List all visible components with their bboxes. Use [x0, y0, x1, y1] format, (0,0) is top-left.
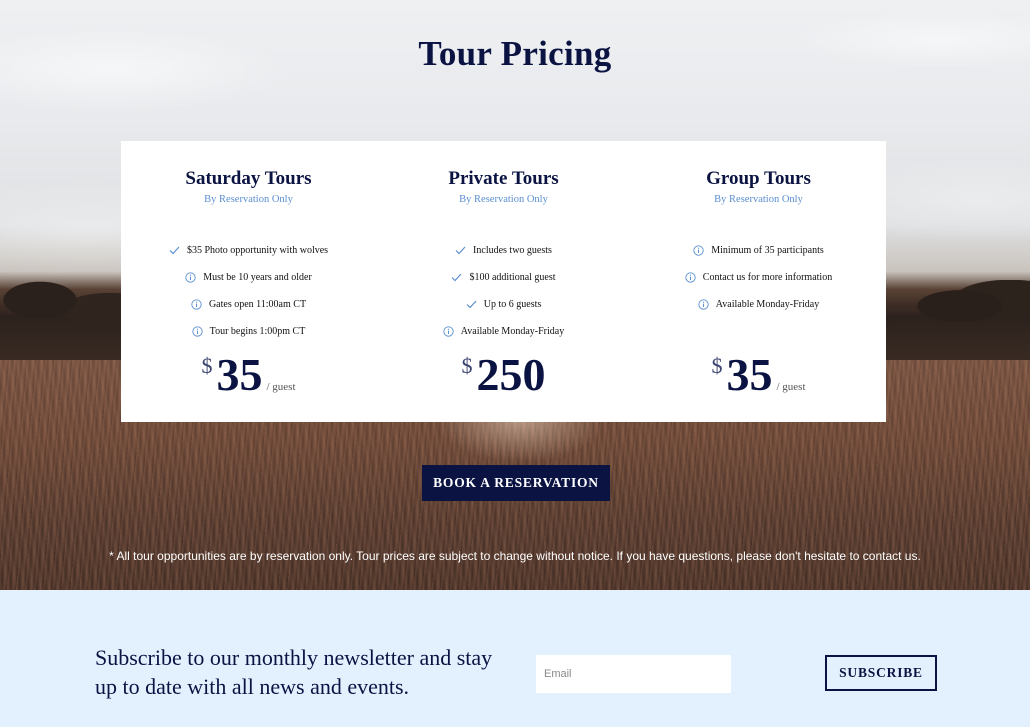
plan-subtitle: By Reservation Only [204, 194, 293, 205]
feature-text: Tour begins 1:00pm CT [209, 326, 306, 337]
price-currency: $ [711, 353, 723, 378]
info-icon [685, 272, 696, 283]
email-input[interactable] [536, 655, 731, 693]
info-icon [443, 326, 454, 337]
plan-subtitle: By Reservation Only [714, 194, 803, 205]
price-amount: 250 [476, 349, 546, 400]
feature-text: Up to 6 guests [483, 299, 542, 310]
price: $ 250 [376, 349, 631, 401]
feature-item: Minimum of 35 participants [631, 237, 886, 264]
info-icon [185, 272, 196, 283]
plan-name: Private Tours [448, 168, 559, 189]
feature-text: Gates open 11:00am CT [208, 299, 307, 310]
feature-item: $35 Photo opportunity with wolves [121, 237, 376, 264]
book-reservation-button[interactable]: BOOK A RESERVATION [422, 465, 610, 501]
subscribe-button[interactable]: SUBSCRIBE [825, 655, 937, 691]
info-icon [698, 299, 709, 310]
plan-subtitle: By Reservation Only [459, 194, 548, 205]
feature-list: Minimum of 35 participants Contact us fo… [631, 237, 886, 318]
page-title: Tour Pricing [418, 34, 612, 73]
info-icon [693, 245, 704, 256]
feature-text: Available Monday-Friday [715, 299, 820, 310]
feature-item: Must be 10 years and older [121, 264, 376, 291]
price-amount: 35 [726, 349, 773, 400]
feature-item: Available Monday-Friday [376, 318, 631, 345]
info-icon [191, 299, 202, 310]
feature-text: Available Monday-Friday [460, 326, 565, 337]
plan-group-tours: Group Tours By Reservation Only Minimum … [631, 141, 886, 422]
price: $ 35 / guest [121, 349, 376, 401]
feature-list: Includes two guests $100 additional gues… [376, 237, 631, 345]
feature-item: Includes two guests [376, 237, 631, 264]
feature-text: $35 Photo opportunity with wolves [186, 245, 329, 256]
check-icon [466, 300, 477, 309]
feature-text: Contact us for more information [702, 272, 833, 283]
info-icon [192, 326, 203, 337]
newsletter-text: Subscribe to our monthly newsletter and … [95, 645, 493, 699]
price-currency: $ [461, 353, 473, 378]
price: $ 35 / guest [631, 349, 886, 401]
plan-name: Group Tours [706, 168, 811, 189]
feature-list: $35 Photo opportunity with wolves Must b… [121, 237, 376, 345]
feature-item: Tour begins 1:00pm CT [121, 318, 376, 345]
feature-text: Minimum of 35 participants [711, 245, 824, 256]
check-icon [455, 246, 466, 255]
pricing-card: Saturday Tours By Reservation Only $35 P… [121, 141, 886, 422]
feature-text: Must be 10 years and older [203, 272, 312, 283]
feature-item: Available Monday-Friday [631, 291, 886, 318]
price-amount: 35 [216, 349, 263, 400]
plan-private-tours: Private Tours By Reservation Only Includ… [376, 141, 631, 422]
feature-item: Up to 6 guests [376, 291, 631, 318]
feature-text: Includes two guests [473, 245, 552, 256]
feature-text: $100 additional guest [469, 272, 556, 283]
feature-item: $100 additional guest [376, 264, 631, 291]
feature-item: Gates open 11:00am CT [121, 291, 376, 318]
plan-saturday-tours: Saturday Tours By Reservation Only $35 P… [121, 141, 376, 422]
check-icon [452, 273, 462, 282]
check-icon [169, 246, 180, 255]
price-per: / guest [266, 381, 296, 393]
plan-name: Saturday Tours [185, 168, 312, 189]
feature-item: Contact us for more information [631, 264, 886, 291]
price-currency: $ [201, 353, 213, 378]
disclaimer-text: * All tour opportunities are by reservat… [109, 549, 921, 563]
price-per: / guest [776, 381, 806, 393]
